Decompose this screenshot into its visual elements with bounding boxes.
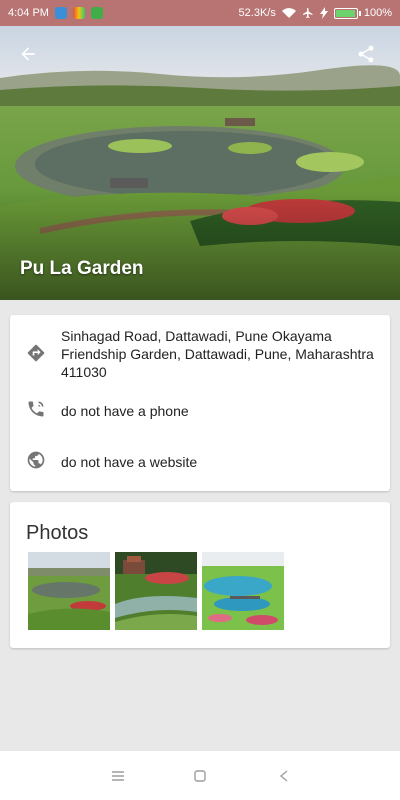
back-button[interactable] bbox=[14, 40, 42, 68]
home-square-icon bbox=[194, 770, 206, 782]
website-row[interactable]: do not have a website bbox=[10, 445, 390, 479]
address-text: Sinhagad Road, Dattawadi, Pune Okayama F… bbox=[61, 328, 374, 380]
back-chevron-icon bbox=[279, 770, 288, 782]
directions-icon bbox=[27, 344, 45, 362]
battery-percent: 100% bbox=[363, 7, 392, 19]
battery-icon bbox=[333, 7, 361, 19]
website-text: do not have a website bbox=[61, 454, 198, 470]
photo-thumbnail[interactable] bbox=[202, 552, 284, 630]
menu-button[interactable] bbox=[110, 768, 126, 784]
photo-2-image bbox=[115, 552, 197, 630]
address-row[interactable]: Sinhagad Road, Dattawadi, Pune Okayama F… bbox=[10, 315, 390, 385]
network-speed: 52.3K/s bbox=[238, 7, 276, 19]
status-bar: 4:04 PM 52.3K/s 100% bbox=[0, 0, 400, 26]
notification-icon-multicolor bbox=[72, 7, 85, 19]
phone-icon bbox=[28, 401, 44, 417]
charging-icon bbox=[319, 7, 328, 19]
photo-3-image bbox=[202, 552, 284, 630]
notification-icon-green bbox=[90, 7, 103, 19]
hero-image: Pu La Garden bbox=[0, 26, 400, 300]
notification-icon-blue bbox=[54, 7, 67, 19]
system-nav-bar bbox=[0, 751, 400, 800]
airplane-icon bbox=[302, 8, 313, 18]
place-info-card: Sinhagad Road, Dattawadi, Pune Okayama F… bbox=[10, 315, 390, 491]
globe-icon bbox=[27, 451, 45, 469]
photos-heading: Photos bbox=[26, 522, 89, 544]
arrow-back-icon bbox=[21, 47, 35, 61]
photo-thumbnail[interactable] bbox=[28, 552, 110, 630]
wifi-icon bbox=[281, 7, 296, 18]
home-button[interactable] bbox=[192, 768, 208, 784]
photos-card: Photos bbox=[10, 502, 390, 648]
phone-row[interactable]: do not have a phone bbox=[10, 393, 390, 427]
share-button[interactable] bbox=[352, 40, 380, 68]
phone-text: do not have a phone bbox=[61, 403, 189, 419]
menu-icon bbox=[112, 771, 124, 781]
place-title: Pu La Garden bbox=[20, 258, 144, 279]
status-time: 4:04 PM bbox=[8, 7, 49, 19]
back-nav-button[interactable] bbox=[276, 768, 292, 784]
photo-thumbnail[interactable] bbox=[115, 552, 197, 630]
share-icon bbox=[358, 45, 374, 63]
photo-1-image bbox=[28, 552, 110, 630]
